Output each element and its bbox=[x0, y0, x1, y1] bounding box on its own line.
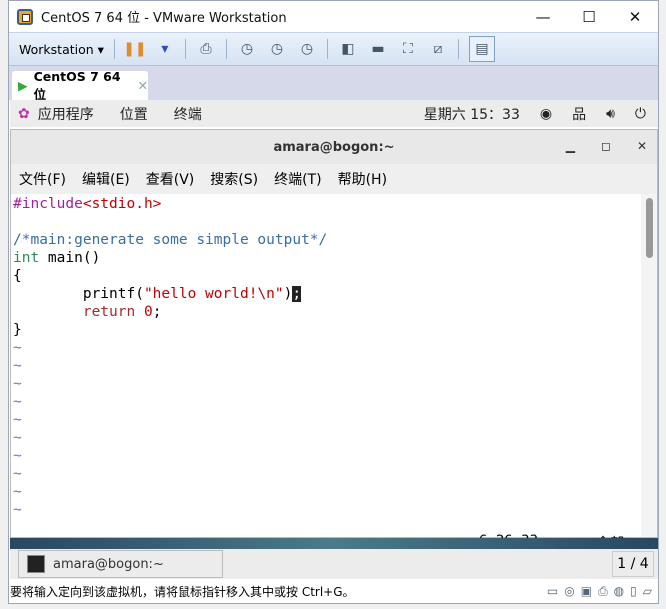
snapshot-manager-icon[interactable]: ◷ bbox=[297, 40, 317, 58]
empty-line-tilde: ~ bbox=[13, 412, 22, 428]
close-button[interactable]: ✕ bbox=[612, 8, 658, 26]
snapshot-revert-icon[interactable]: ◷ bbox=[267, 40, 287, 58]
cursor: ; bbox=[292, 286, 302, 302]
empty-line-tilde: ~ bbox=[13, 430, 22, 446]
status-bar: 要将输入定向到该虚拟机，请将鼠标指针移入其中或按 Ctrl+G。 ▭ ◎ ▣ ⎙… bbox=[10, 580, 658, 602]
gnome-logo-icon: ✿ bbox=[18, 105, 30, 122]
maximize-button[interactable]: ☐ bbox=[566, 8, 612, 26]
taskbar-terminal[interactable]: amara@bogon:~ bbox=[18, 550, 223, 578]
empty-line-tilde: ~ bbox=[13, 394, 22, 410]
vim-editor[interactable]: #include<stdio.h> /*main:generate some s… bbox=[11, 194, 641, 552]
apps-menu[interactable]: 应用程序 bbox=[38, 104, 94, 124]
gnome-top-bar: ✿ 应用程序 位置 终端 星期六 15：33 ◉ 品 🔊︎ ⏻ bbox=[10, 100, 658, 127]
terminal-title: amara@bogon:~ bbox=[273, 139, 395, 155]
empty-line-tilde: ~ bbox=[13, 484, 22, 500]
fullscreen-icon[interactable]: ⛶ bbox=[398, 40, 418, 58]
window-title: CentOS 7 64 位 - VMware Workstation bbox=[41, 11, 287, 26]
menu-search[interactable]: 搜索(S) bbox=[210, 169, 258, 189]
hdd-icon[interactable]: ▭ bbox=[547, 584, 558, 599]
usb-icon[interactable]: ▯ bbox=[630, 584, 637, 599]
console-view-icon[interactable]: ▤ bbox=[468, 36, 495, 62]
tab-strip: ▶ CentOS 7 64 位 ✕ bbox=[9, 66, 658, 102]
volume-icon[interactable]: 🔊︎ bbox=[606, 106, 615, 122]
power-icon[interactable]: ⏻ bbox=[635, 106, 646, 122]
minimize-button[interactable]: — bbox=[520, 8, 566, 26]
desktop-background bbox=[10, 538, 658, 549]
cd-icon[interactable]: ◎ bbox=[564, 584, 574, 599]
tab-close-icon[interactable]: ✕ bbox=[138, 78, 148, 93]
accessibility-icon[interactable]: ◉ bbox=[540, 106, 552, 122]
clock[interactable]: 星期六 15：33 bbox=[424, 104, 520, 124]
toolbar: Workstation ▾ ❚❚ ▾ ⎙ ◷ ◷ ◷ ◧ ▬ ⛶ ⧄ ▤ bbox=[9, 32, 658, 66]
scrollbar[interactable] bbox=[641, 194, 657, 537]
terminal-maximize-button[interactable]: ◻ bbox=[601, 139, 611, 153]
empty-line-tilde: ~ bbox=[13, 376, 22, 392]
terminal-minimize-button[interactable]: ▁ bbox=[566, 139, 575, 153]
empty-line-tilde: ~ bbox=[13, 502, 22, 518]
pause-icon[interactable]: ❚❚ bbox=[123, 40, 146, 58]
unity-icon[interactable]: ⧄ bbox=[428, 40, 448, 58]
menu-file[interactable]: 文件(F) bbox=[19, 169, 66, 189]
menu-terminal[interactable]: 终端(T) bbox=[274, 169, 321, 189]
sound-icon[interactable]: ◍ bbox=[614, 584, 624, 599]
tab-centos[interactable]: ▶ CentOS 7 64 位 ✕ bbox=[12, 68, 148, 102]
places-menu[interactable]: 位置 bbox=[120, 104, 148, 124]
network-icon[interactable]: 品 bbox=[572, 104, 586, 124]
terminal-menu[interactable]: 终端 bbox=[174, 104, 202, 124]
empty-line-tilde: ~ bbox=[13, 448, 22, 464]
vm-icon: ▶ bbox=[18, 78, 28, 93]
title-bar: CentOS 7 64 位 - VMware Workstation — ☐ ✕ bbox=[9, 1, 658, 32]
sidebar-view-icon[interactable]: ◧ bbox=[338, 40, 358, 58]
terminal-icon bbox=[27, 555, 45, 573]
status-message: 要将输入定向到该虚拟机，请将鼠标指针移入其中或按 Ctrl+G。 bbox=[10, 584, 355, 599]
menu-view[interactable]: 查看(V) bbox=[146, 169, 195, 189]
network-adapter-icon[interactable]: ▣ bbox=[581, 584, 592, 599]
empty-line-tilde: ~ bbox=[13, 340, 22, 356]
workstation-menu[interactable]: Workstation ▾ bbox=[19, 42, 104, 57]
terminal-window: amara@bogon:~ ▁ ◻ ✕ 文件(F) 编辑(E) 查看(V) 搜索(S… bbox=[10, 129, 658, 552]
tab-label: CentOS 7 64 位 bbox=[33, 68, 121, 102]
workspace-switcher[interactable]: 1 / 4 bbox=[612, 551, 654, 577]
empty-line-tilde: ~ bbox=[13, 358, 22, 374]
empty-line-tilde: ~ bbox=[13, 466, 22, 482]
printer-icon[interactable]: ⎙ bbox=[598, 584, 608, 599]
terminal-menubar: 文件(F) 编辑(E) 查看(V) 搜索(S) 终端(T) 帮助(H) bbox=[11, 164, 657, 194]
terminal-title-bar: amara@bogon:~ ▁ ◻ ✕ bbox=[11, 130, 657, 164]
menu-help[interactable]: 帮助(H) bbox=[338, 169, 387, 189]
chevron-down-icon[interactable]: ▾ bbox=[155, 40, 175, 58]
vmware-window: CentOS 7 64 位 - VMware Workstation — ☐ ✕… bbox=[8, 0, 659, 604]
snapshot-take-icon[interactable]: ◷ bbox=[237, 40, 257, 58]
vmware-icon bbox=[17, 8, 33, 25]
terminal-close-button[interactable]: ✕ bbox=[637, 139, 647, 153]
message-icon[interactable]: ▱ bbox=[643, 584, 652, 599]
menu-edit[interactable]: 编辑(E) bbox=[82, 169, 130, 189]
bottom-panel: amara@bogon:~ 1 / 4 bbox=[10, 549, 658, 579]
thumbnail-view-icon[interactable]: ▬ bbox=[368, 40, 388, 58]
send-keys-icon[interactable]: ⎙ bbox=[196, 40, 216, 58]
